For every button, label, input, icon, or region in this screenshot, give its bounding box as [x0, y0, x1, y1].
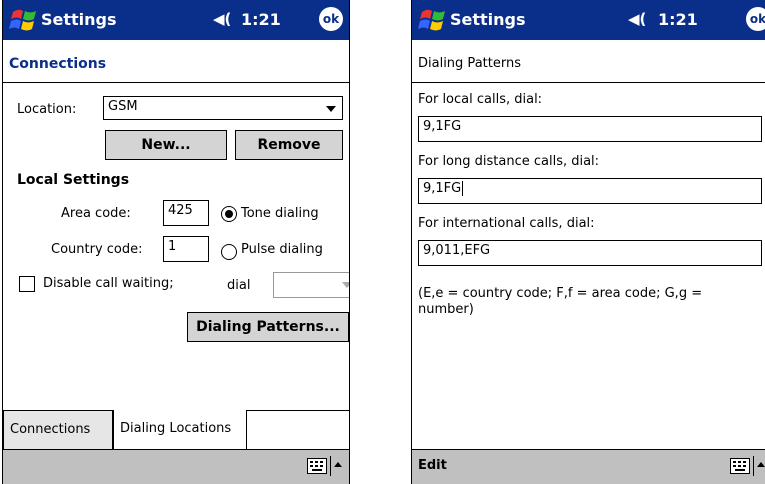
divider: [412, 82, 765, 83]
edit-menu[interactable]: Edit: [418, 458, 447, 473]
text-cursor: [462, 181, 468, 196]
title-bar: Settings ◀( 1:21 ok: [412, 0, 765, 40]
connections-screen: Settings ◀( 1:21 ok Connections Location…: [2, 0, 350, 484]
speaker-icon[interactable]: ◀(: [628, 10, 646, 28]
location-select[interactable]: GSM: [103, 96, 343, 120]
dial-label: dial: [227, 278, 251, 293]
windows-start-icon[interactable]: [9, 6, 39, 34]
remove-button[interactable]: Remove: [235, 130, 343, 160]
new-button[interactable]: New...: [105, 130, 227, 160]
page-title: Connections: [9, 56, 107, 72]
country-code-input[interactable]: 1: [163, 236, 209, 262]
page-title: Dialing Patterns: [418, 56, 521, 71]
local-calls-label: For local calls, dial:: [418, 92, 543, 107]
pulse-dialing-radio[interactable]: [221, 244, 237, 260]
ok-button[interactable]: ok: [746, 7, 765, 31]
pulse-dialing-label: Pulse dialing: [241, 242, 323, 257]
disable-call-waiting-checkbox[interactable]: [19, 276, 35, 292]
long-distance-value: 9,1FG: [423, 181, 462, 196]
help-text: (E,e = country code; F,f = area code; G,…: [418, 286, 703, 317]
menu-bar: [3, 449, 349, 484]
dialing-patterns-button[interactable]: Dialing Patterns...: [187, 312, 349, 342]
country-code-label: Country code:: [51, 242, 143, 257]
international-input[interactable]: 9,011,EFG: [418, 240, 762, 266]
divider: [3, 82, 349, 83]
long-distance-label: For long distance calls, dial:: [418, 154, 600, 169]
clock[interactable]: 1:21: [658, 10, 698, 29]
tab-strip: Connections Dialing Locations: [3, 410, 349, 451]
app-title: Settings: [41, 10, 117, 29]
area-code-label: Area code:: [61, 206, 131, 221]
title-bar: Settings ◀( 1:21 ok: [3, 0, 349, 40]
long-distance-input[interactable]: 9,1FG: [418, 178, 762, 204]
sip-up-arrow-icon[interactable]: [334, 462, 342, 467]
local-settings-heading: Local Settings: [17, 172, 130, 188]
tab-connections[interactable]: Connections: [3, 411, 113, 451]
tab-dialing-locations[interactable]: Dialing Locations: [113, 410, 247, 450]
app-title: Settings: [450, 10, 526, 29]
local-calls-value: 9,1FG: [423, 119, 462, 134]
call-waiting-code-select[interactable]: [273, 272, 349, 298]
country-code-value: 1: [168, 239, 177, 254]
dialing-patterns-screen: Settings ◀( 1:21 ok Dialing Patterns For…: [411, 0, 765, 484]
location-value: GSM: [108, 99, 138, 114]
menu-bar: Edit: [412, 449, 765, 484]
divider: [330, 456, 331, 476]
international-value: 9,011,EFG: [423, 243, 491, 258]
location-label: Location:: [17, 102, 77, 117]
speaker-icon[interactable]: ◀(: [213, 10, 231, 28]
tone-dialing-label: Tone dialing: [241, 206, 319, 221]
windows-start-icon[interactable]: [418, 6, 448, 34]
keyboard-icon[interactable]: [307, 458, 327, 474]
area-code-input[interactable]: 425: [163, 200, 209, 226]
divider: [753, 456, 754, 476]
disable-call-waiting-label: Disable call waiting;: [43, 276, 174, 291]
area-code-value: 425: [168, 203, 193, 218]
local-calls-input[interactable]: 9,1FG: [418, 116, 762, 142]
tone-dialing-radio[interactable]: [221, 206, 237, 222]
clock[interactable]: 1:21: [241, 10, 281, 29]
international-label: For international calls, dial:: [418, 216, 595, 231]
chevron-down-icon: [342, 282, 349, 288]
keyboard-icon[interactable]: [730, 458, 750, 474]
chevron-down-icon: [326, 106, 336, 112]
sip-up-arrow-icon[interactable]: [757, 462, 765, 467]
ok-button[interactable]: ok: [319, 7, 343, 31]
